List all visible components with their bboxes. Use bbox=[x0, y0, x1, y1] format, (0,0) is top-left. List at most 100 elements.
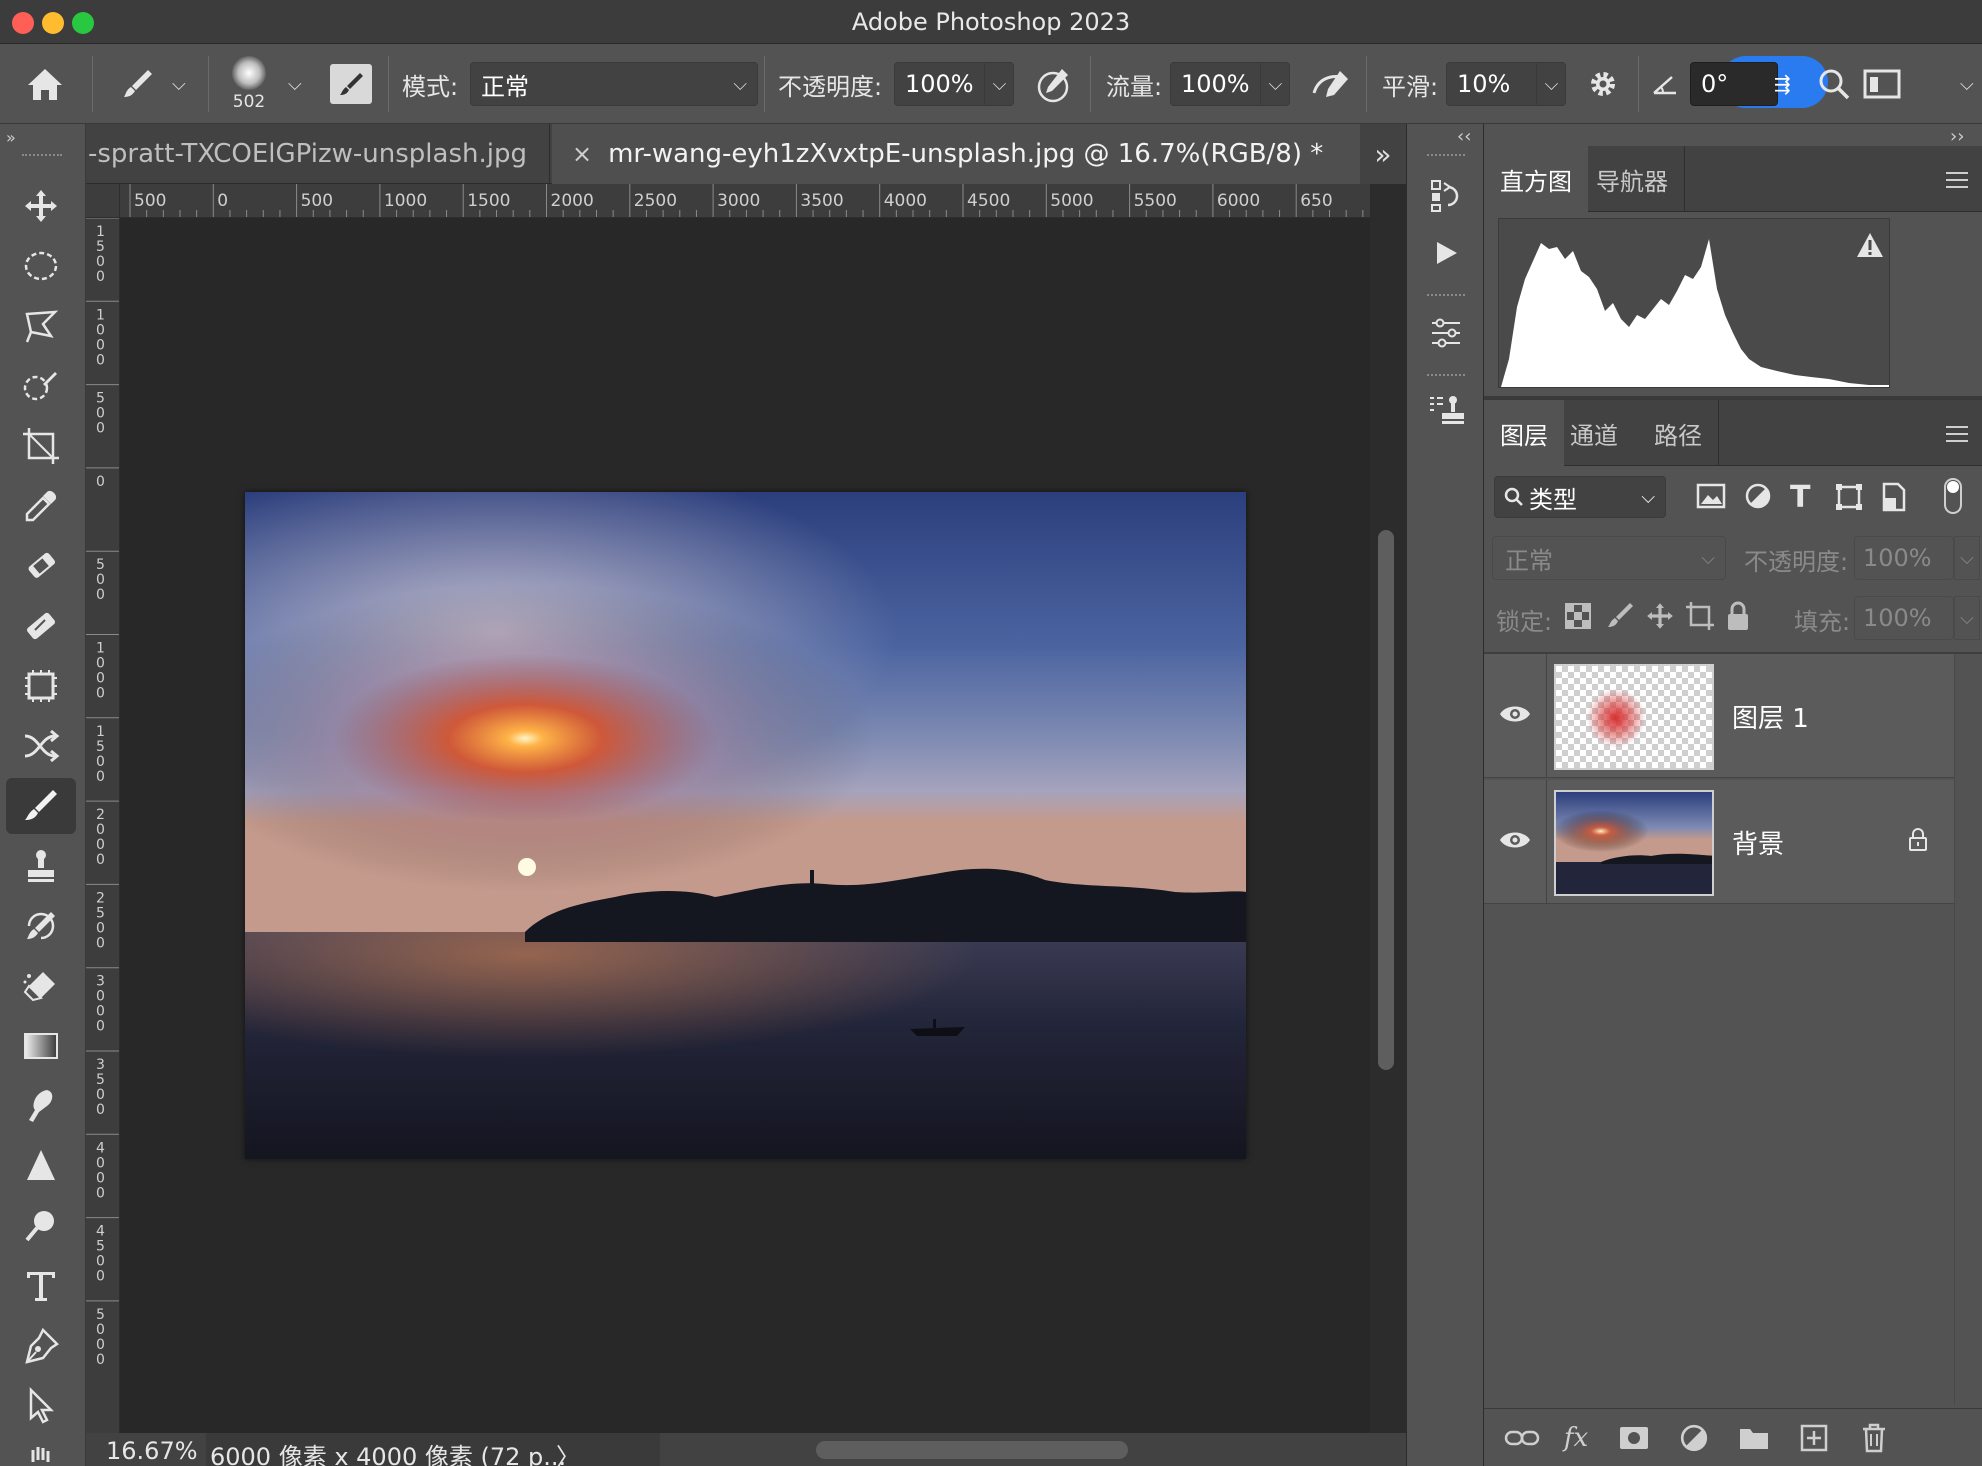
home-button[interactable] bbox=[24, 44, 66, 124]
hand-tool[interactable] bbox=[6, 1438, 76, 1466]
vertical-scrollbar[interactable] bbox=[1370, 184, 1406, 1433]
layer-visibility-toggle[interactable] bbox=[1498, 702, 1532, 726]
new-group-button[interactable] bbox=[1734, 1419, 1774, 1457]
filter-shape-layers-button[interactable] bbox=[1834, 482, 1864, 516]
scrollbar-thumb[interactable] bbox=[1378, 530, 1394, 1070]
expand-panels-icon[interactable]: ›› bbox=[1950, 126, 1964, 147]
airbrush-button[interactable] bbox=[1308, 44, 1356, 124]
tab-navigator[interactable]: 导航器 bbox=[1580, 146, 1685, 212]
chevron-down-icon[interactable]: ⌵ bbox=[1954, 596, 1980, 640]
history-brush-tool[interactable] bbox=[6, 898, 76, 954]
new-layer-button[interactable] bbox=[1794, 1419, 1834, 1457]
filter-type-layers-button[interactable]: T bbox=[1790, 480, 1810, 515]
properties-panel-button[interactable] bbox=[1423, 310, 1469, 356]
eyedropper-tool[interactable] bbox=[6, 478, 76, 534]
layer-opacity-input[interactable]: 100% bbox=[1854, 536, 1954, 580]
flow-dropdown-button[interactable]: ⌵ bbox=[1260, 62, 1290, 106]
move-tool[interactable] bbox=[6, 178, 76, 234]
pressure-opacity-button[interactable] bbox=[1034, 44, 1076, 124]
search-button[interactable] bbox=[1816, 44, 1852, 124]
polygonal-lasso-tool[interactable] bbox=[6, 298, 76, 354]
path-selection-tool[interactable] bbox=[6, 1378, 76, 1434]
filter-pixel-layers-button[interactable] bbox=[1696, 482, 1726, 514]
lock-transparent-pixels-button[interactable] bbox=[1564, 602, 1592, 634]
clone-source-panel-button[interactable] bbox=[1423, 388, 1469, 434]
tool-preset-picker[interactable]: ⌵ bbox=[118, 44, 186, 124]
tab-overflow-button[interactable]: » bbox=[1360, 124, 1406, 184]
blend-mode-select[interactable]: 正常 ⌵ bbox=[1492, 536, 1726, 580]
elliptical-marquee-tool[interactable] bbox=[6, 238, 76, 294]
actions-panel-button[interactable] bbox=[1423, 230, 1469, 276]
mode-select[interactable]: 正常 ⌵ bbox=[470, 62, 758, 106]
chevron-down-icon[interactable]: ⌵ bbox=[288, 44, 302, 124]
lock-artboard-button[interactable] bbox=[1684, 600, 1716, 636]
document-tab[interactable]: -spratt-TXCOElGPizw-unsplash.jpg bbox=[86, 124, 550, 184]
layer-name[interactable]: 背景 bbox=[1732, 824, 1784, 861]
lock-image-pixels-button[interactable] bbox=[1604, 600, 1636, 636]
filter-toggle-switch[interactable] bbox=[1944, 478, 1962, 514]
ruler-tick-label: 0 bbox=[96, 671, 105, 687]
chevron-down-icon[interactable]: ⌵ bbox=[1960, 44, 1974, 124]
symmetry-button[interactable]: ⇶ bbox=[1774, 44, 1791, 124]
horizontal-scrollbar-thumb[interactable] bbox=[816, 1441, 1128, 1459]
angle-input[interactable]: 0° bbox=[1690, 62, 1778, 106]
tab-paths[interactable]: 路径 bbox=[1638, 400, 1719, 466]
lock-position-button[interactable] bbox=[1644, 600, 1676, 636]
panel-menu-icon[interactable] bbox=[1946, 172, 1968, 188]
blur-tool[interactable] bbox=[6, 1078, 76, 1134]
sharpen-tool[interactable] bbox=[6, 1138, 76, 1194]
layer-visibility-toggle[interactable] bbox=[1498, 828, 1532, 852]
tab-histogram[interactable]: 直方图 bbox=[1484, 146, 1588, 212]
link-layers-button[interactable] bbox=[1502, 1419, 1542, 1457]
gradient-tool[interactable] bbox=[6, 1018, 76, 1074]
tab-channels[interactable]: 通道 bbox=[1554, 400, 1634, 466]
opacity-dropdown-button[interactable]: ⌵ bbox=[984, 62, 1014, 106]
document-image[interactable] bbox=[245, 492, 1246, 1159]
delete-layer-button[interactable] bbox=[1854, 1419, 1894, 1457]
eraser-tool[interactable] bbox=[6, 958, 76, 1014]
crop-tool[interactable] bbox=[6, 418, 76, 474]
close-tab-button[interactable]: × bbox=[572, 140, 592, 168]
smoothing-dropdown-button[interactable]: ⌵ bbox=[1536, 62, 1566, 106]
layer-row[interactable]: 背景 bbox=[1484, 780, 1954, 904]
healing-brush-tool[interactable] bbox=[6, 598, 76, 654]
content-aware-tool[interactable] bbox=[6, 658, 76, 714]
tab-layers[interactable]: 图层 bbox=[1484, 400, 1564, 466]
layer-filter-select[interactable]: 类型 ⌵ bbox=[1494, 476, 1666, 518]
object-selection-tool[interactable] bbox=[6, 358, 76, 414]
spot-healing-brush-tool[interactable] bbox=[6, 538, 76, 594]
document-tab-active[interactable]: × mr-wang-eyh1zXvxtpE-unsplash.jpg @ 16.… bbox=[552, 124, 1408, 184]
expand-panel-icon[interactable]: » bbox=[6, 128, 16, 147]
brush-settings-toggle[interactable] bbox=[330, 44, 372, 124]
lock-all-button[interactable] bbox=[1724, 600, 1752, 636]
filter-smart-objects-button[interactable] bbox=[1880, 482, 1908, 516]
filter-adjustment-layers-button[interactable] bbox=[1744, 482, 1772, 514]
collapse-panel-icon[interactable]: ‹‹ bbox=[1457, 126, 1471, 147]
add-mask-button[interactable] bbox=[1614, 1419, 1654, 1457]
history-panel-button[interactable] bbox=[1423, 172, 1469, 218]
brush-size-picker[interactable]: 502 bbox=[232, 44, 266, 124]
panel-menu-icon[interactable] bbox=[1946, 426, 1968, 442]
new-adjustment-layer-button[interactable] bbox=[1674, 1419, 1714, 1457]
transform-tool[interactable] bbox=[6, 718, 76, 774]
document-info[interactable]: 6000 像素 x 4000 像素 (72 p... bbox=[210, 1437, 566, 1466]
layer-name[interactable]: 图层 1 bbox=[1732, 698, 1809, 735]
chevron-right-icon[interactable]: 〉 bbox=[556, 1437, 580, 1466]
panel-grip[interactable] bbox=[22, 154, 62, 160]
smoothing-options-button[interactable] bbox=[1584, 44, 1622, 124]
chevron-down-icon[interactable]: ⌵ bbox=[1954, 536, 1980, 580]
brush-tool[interactable] bbox=[6, 778, 76, 834]
canvas-area[interactable] bbox=[120, 218, 1370, 1433]
workspace-button[interactable] bbox=[1862, 44, 1902, 124]
layer-row[interactable]: 图层 1 bbox=[1484, 654, 1954, 778]
warning-icon[interactable] bbox=[1855, 231, 1885, 259]
layer-style-button[interactable]: fx bbox=[1556, 1419, 1596, 1457]
fill-input[interactable]: 100% bbox=[1854, 596, 1954, 640]
layers-scrollbar[interactable] bbox=[1954, 654, 1982, 1406]
type-tool[interactable] bbox=[6, 1258, 76, 1314]
zoom-level[interactable]: 16.67% bbox=[106, 1437, 198, 1465]
clone-stamp-tool[interactable] bbox=[6, 838, 76, 894]
dodge-tool[interactable] bbox=[6, 1198, 76, 1254]
ruler-tick-label: 5 bbox=[96, 557, 105, 573]
pen-tool[interactable] bbox=[6, 1318, 76, 1374]
